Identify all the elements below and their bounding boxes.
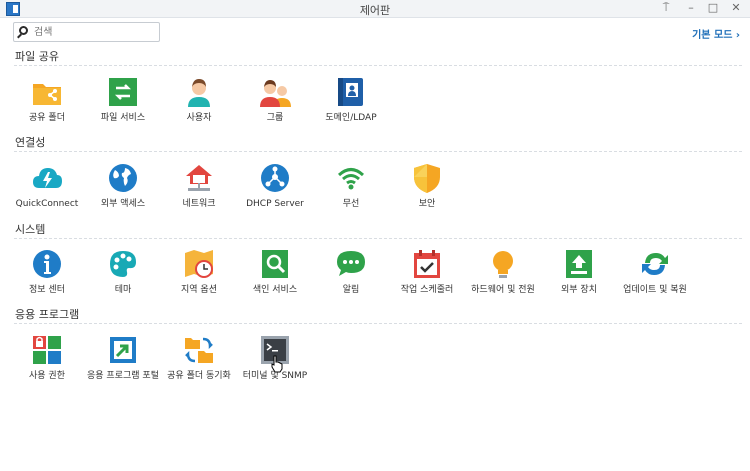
regional-options-icon	[185, 250, 213, 278]
item-label: 정보 센터	[29, 285, 65, 295]
item-label: QuickConnect	[15, 199, 79, 209]
external-devices-icon	[566, 250, 592, 278]
pin-icon[interactable]: ⍑	[658, 1, 674, 15]
mouse-cursor-icon	[271, 355, 283, 373]
dhcp-server-icon	[261, 164, 289, 192]
control-panel-item[interactable]: 업데이트 및 복원	[617, 248, 693, 308]
file-services-icon	[109, 78, 137, 106]
item-label: 지역 옵션	[181, 285, 217, 295]
title-bar: 제어판 ⍑ – □ ✕	[0, 0, 750, 18]
control-panel-item[interactable]: 네트워크	[161, 162, 237, 222]
info-center-icon	[33, 250, 61, 278]
section-title: 응용 프로그램	[15, 308, 80, 321]
item-label: 공유 폴더 동기화	[167, 371, 231, 381]
item-label: 그룹	[266, 113, 284, 123]
search-box[interactable]	[13, 22, 160, 42]
item-label: 업데이트 및 복원	[623, 285, 687, 295]
security-shield-icon	[414, 164, 440, 193]
item-label: 사용자	[186, 113, 212, 123]
control-panel-item[interactable]: 외부 장치	[541, 248, 617, 308]
shared-folder-sync-icon	[185, 337, 213, 363]
close-icon[interactable]: ✕	[728, 1, 744, 14]
control-panel-item[interactable]: DHCP Server	[237, 162, 313, 222]
indexing-service-icon	[262, 250, 288, 278]
window-title: 제어판	[359, 4, 391, 17]
item-label: 색인 서비스	[252, 285, 298, 295]
theme-palette-icon	[110, 251, 136, 277]
control-panel-item[interactable]: 응용 프로그램 포털	[85, 334, 161, 394]
external-access-icon	[109, 164, 137, 192]
search-icon	[19, 26, 28, 35]
item-label: 작업 스케줄러	[400, 285, 454, 295]
section-title: 시스템	[15, 223, 46, 236]
control-panel-item[interactable]: 색인 서비스	[237, 248, 313, 308]
quickconnect-icon	[33, 168, 62, 188]
section-title: 연결성	[15, 136, 46, 149]
hardware-power-icon	[493, 251, 513, 278]
update-restore-icon	[642, 253, 668, 275]
control-panel-item[interactable]: 지역 옵션	[161, 248, 237, 308]
domain-ldap-icon	[338, 78, 363, 106]
minimize-icon[interactable]: –	[683, 1, 699, 14]
control-panel-item[interactable]: 사용자	[161, 76, 237, 136]
item-label: 외부 액세스	[100, 199, 146, 209]
control-panel-item[interactable]: 정보 센터	[9, 248, 85, 308]
item-label: 공유 폴더	[29, 113, 65, 123]
control-panel-item[interactable]: 공유 폴더	[9, 76, 85, 136]
item-label: DHCP Server	[246, 199, 304, 209]
control-panel-item[interactable]: 보안	[389, 162, 465, 222]
group-icon	[260, 80, 291, 107]
control-panel-item[interactable]: 무선	[313, 162, 389, 222]
notification-icon	[337, 251, 365, 276]
item-label: 파일 서비스	[100, 113, 146, 123]
section-divider	[14, 65, 742, 66]
item-label: 무선	[342, 199, 360, 209]
control-panel-item[interactable]: 파일 서비스	[85, 76, 161, 136]
item-label: 알림	[342, 285, 360, 295]
item-label: 외부 장치	[561, 285, 597, 295]
item-label: 사용 권한	[29, 371, 65, 381]
application-portal-icon	[110, 337, 136, 363]
wireless-icon	[337, 168, 365, 190]
item-label: 도메인/LDAP	[325, 113, 377, 123]
section-divider	[14, 323, 742, 324]
item-label: 하드웨어 및 전원	[471, 285, 535, 295]
control-panel-item[interactable]: 그룹	[237, 76, 313, 136]
search-input[interactable]	[34, 25, 154, 39]
control-panel-item[interactable]: 사용 권한	[9, 334, 85, 394]
control-panel-item[interactable]: QuickConnect	[9, 162, 85, 222]
item-label: 보안	[418, 199, 436, 209]
control-panel-item[interactable]: 외부 액세스	[85, 162, 161, 222]
control-panel-item[interactable]: 공유 폴더 동기화	[161, 334, 237, 394]
control-panel-item[interactable]: 작업 스케줄러	[389, 248, 465, 308]
section-divider	[14, 238, 742, 239]
control-panel-item[interactable]: 하드웨어 및 전원	[465, 248, 541, 308]
section-divider	[14, 151, 742, 152]
maximize-icon[interactable]: □	[705, 1, 721, 14]
network-icon	[186, 165, 212, 191]
user-icon	[188, 79, 210, 107]
basic-mode-link[interactable]: 기본 모드 ›	[692, 26, 740, 41]
item-label: 테마	[114, 285, 132, 295]
control-panel-item[interactable]: 테마	[85, 248, 161, 308]
task-scheduler-icon	[414, 250, 440, 278]
control-panel-item[interactable]: 도메인/LDAP	[313, 76, 389, 136]
item-label: 응용 프로그램 포털	[87, 371, 159, 381]
section-title: 파일 공유	[15, 50, 59, 63]
item-label: 네트워크	[182, 199, 216, 209]
control-panel-item[interactable]: 알림	[313, 248, 389, 308]
shared-folder-icon	[33, 84, 61, 105]
privileges-icon	[33, 336, 61, 364]
